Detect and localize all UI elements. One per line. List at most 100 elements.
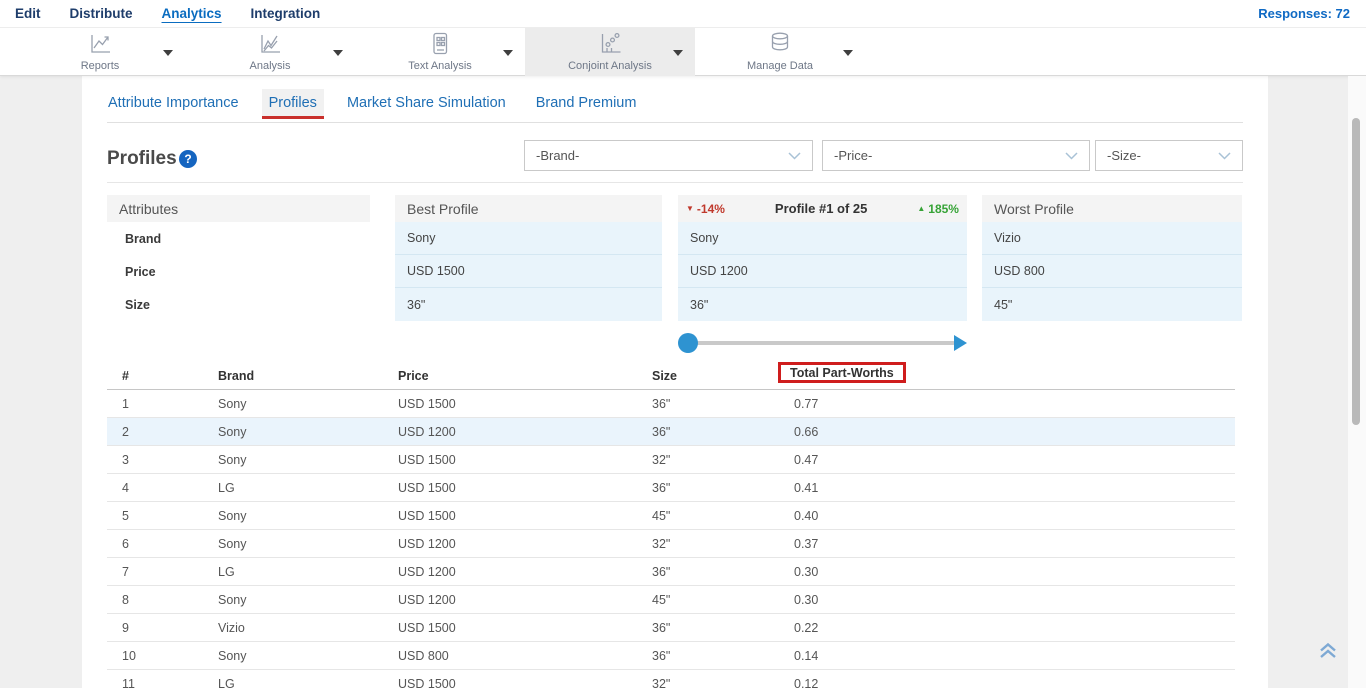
tab-attribute-importance[interactable]: Attribute Importance (101, 89, 246, 118)
best-profile-values: SonyUSD 150036" (395, 222, 662, 321)
table-cell: 0.41 (794, 474, 818, 502)
tab-profiles[interactable]: Profiles (262, 89, 324, 118)
profile-value-cell: Vizio (982, 222, 1242, 255)
slider-next-arrow-icon[interactable] (954, 335, 967, 351)
table-cell: 8 (122, 586, 129, 614)
tabs-divider (107, 122, 1243, 123)
price-filter-dropdown[interactable]: -Price- (822, 140, 1090, 171)
table-cell: Sony (218, 502, 247, 530)
slider-knob[interactable] (678, 333, 698, 353)
table-cell: 4 (122, 474, 129, 502)
profile-value-cell: 36" (678, 288, 967, 321)
table-row[interactable]: 3SonyUSD 150032"0.47 (107, 446, 1235, 474)
chevron-down-icon[interactable] (333, 50, 343, 56)
toolbar-item-manage-data[interactable]: Manage Data (695, 28, 865, 76)
table-row[interactable]: 5SonyUSD 150045"0.40 (107, 502, 1235, 530)
responses-count[interactable]: Responses: 72 (1258, 6, 1350, 21)
chevron-down-icon[interactable] (503, 50, 513, 56)
toolbar-item-conjoint-analysis[interactable]: Conjoint Analysis (525, 28, 695, 76)
database-icon (767, 31, 793, 57)
chevron-down-icon (788, 152, 801, 160)
table-row[interactable]: 4LGUSD 150036"0.41 (107, 474, 1235, 502)
table-cell: 5 (122, 502, 129, 530)
content-panel: Attribute Importance Profiles Market Share… (82, 76, 1268, 688)
table-cell: Sony (218, 418, 247, 446)
toolbar-item-text-analysis[interactable]: Text Analysis (355, 28, 525, 76)
table-row[interactable]: 8SonyUSD 120045"0.30 (107, 586, 1235, 614)
column-header-total-part-worths[interactable]: Total Part-Worths (790, 366, 894, 380)
table-row[interactable]: 1SonyUSD 150036"0.77 (107, 390, 1235, 418)
toolbar-item-label: Manage Data (695, 60, 865, 72)
table-cell: 0.47 (794, 446, 818, 474)
chevron-down-icon[interactable] (673, 50, 683, 56)
table-row[interactable]: 7LGUSD 120036"0.30 (107, 558, 1235, 586)
table-cell: Vizio (218, 614, 245, 642)
brand-filter-dropdown[interactable]: -Brand- (524, 140, 813, 171)
table-cell: 0.66 (794, 418, 818, 446)
scroll-to-top-button[interactable] (1318, 642, 1338, 659)
table-cell: 0.30 (794, 558, 818, 586)
column-header-size[interactable]: Size (652, 362, 677, 390)
nav-item-edit[interactable]: Edit (15, 6, 41, 21)
table-row[interactable]: 9VizioUSD 150036"0.22 (107, 614, 1235, 642)
page-title: Profiles (107, 148, 177, 170)
column-header-[interactable]: # (122, 362, 129, 390)
table-cell: 0.30 (794, 586, 818, 614)
column-header-price[interactable]: Price (398, 362, 429, 390)
multi-line-chart-icon (257, 31, 283, 57)
slider-track[interactable] (686, 341, 955, 345)
scrollbar-track[interactable] (1348, 76, 1366, 688)
profile-value-cell: USD 1200 (678, 255, 967, 288)
table-cell: 45" (652, 502, 670, 530)
worst-profile-header: Worst Profile (982, 195, 1242, 222)
toolbar-item-label: Text Analysis (355, 60, 525, 72)
title-divider (107, 182, 1243, 183)
table-cell: USD 800 (398, 642, 449, 670)
table-cell: USD 1200 (398, 530, 456, 558)
table-row[interactable]: 6SonyUSD 120032"0.37 (107, 530, 1235, 558)
worst-profile-values: VizioUSD 80045" (982, 222, 1242, 321)
profiles-table: #BrandPriceSizeTotal Part-Worths 1SonyUS… (107, 362, 1235, 688)
chevron-down-icon[interactable] (163, 50, 173, 56)
chevron-down-icon[interactable] (843, 50, 853, 56)
toolbar-item-reports[interactable]: Reports (15, 28, 185, 76)
table-cell: 36" (652, 558, 670, 586)
toolbar: ReportsAnalysisText AnalysisConjoint Ana… (0, 28, 1366, 76)
profile-slider (678, 331, 967, 355)
table-cell: 36" (652, 614, 670, 642)
table-cell: USD 1500 (398, 446, 456, 474)
table-cell: LG (218, 670, 235, 688)
tab-brand-premium[interactable]: Brand Premium (529, 89, 644, 118)
table-cell: 32" (652, 446, 670, 474)
table-row[interactable]: 2SonyUSD 120036"0.66 (107, 418, 1235, 446)
table-cell: USD 1200 (398, 586, 456, 614)
toolbar-item-analysis[interactable]: Analysis (185, 28, 355, 76)
table-cell: 10 (122, 642, 136, 670)
tab-market-share-simulation[interactable]: Market Share Simulation (340, 89, 513, 118)
table-row[interactable]: 10SonyUSD 80036"0.14 (107, 642, 1235, 670)
toolbar-item-label: Reports (15, 60, 185, 72)
profile-value-cell: Sony (678, 222, 967, 255)
profile-value-cell: Sony (395, 222, 662, 255)
best-delta-badge: ▲185% (917, 202, 959, 216)
chevron-down-icon (1218, 152, 1231, 160)
help-icon[interactable]: ? (179, 150, 197, 168)
column-header-brand[interactable]: Brand (218, 362, 254, 390)
current-profile-values: SonyUSD 120036" (678, 222, 967, 321)
table-cell: 1 (122, 390, 129, 418)
size-filter-dropdown[interactable]: -Size- (1095, 140, 1243, 171)
top-nav-items: Edit Distribute Analytics Integration (15, 6, 349, 21)
table-cell: USD 1500 (398, 614, 456, 642)
table-cell: USD 1200 (398, 558, 456, 586)
best-profile-header: Best Profile (395, 195, 662, 222)
nav-item-analytics[interactable]: Analytics (162, 6, 222, 21)
triangle-up-icon: ▲ (917, 205, 925, 213)
nav-item-distribute[interactable]: Distribute (70, 6, 133, 21)
scrollbar-thumb[interactable] (1352, 118, 1360, 425)
table-row[interactable]: 11LGUSD 150032"0.12 (107, 670, 1235, 688)
nav-item-integration[interactable]: Integration (251, 6, 321, 21)
toolbar-item-label: Analysis (185, 60, 355, 72)
profile-value-cell: 45" (982, 288, 1242, 321)
table-cell: Sony (218, 530, 247, 558)
table-cell: 9 (122, 614, 129, 642)
